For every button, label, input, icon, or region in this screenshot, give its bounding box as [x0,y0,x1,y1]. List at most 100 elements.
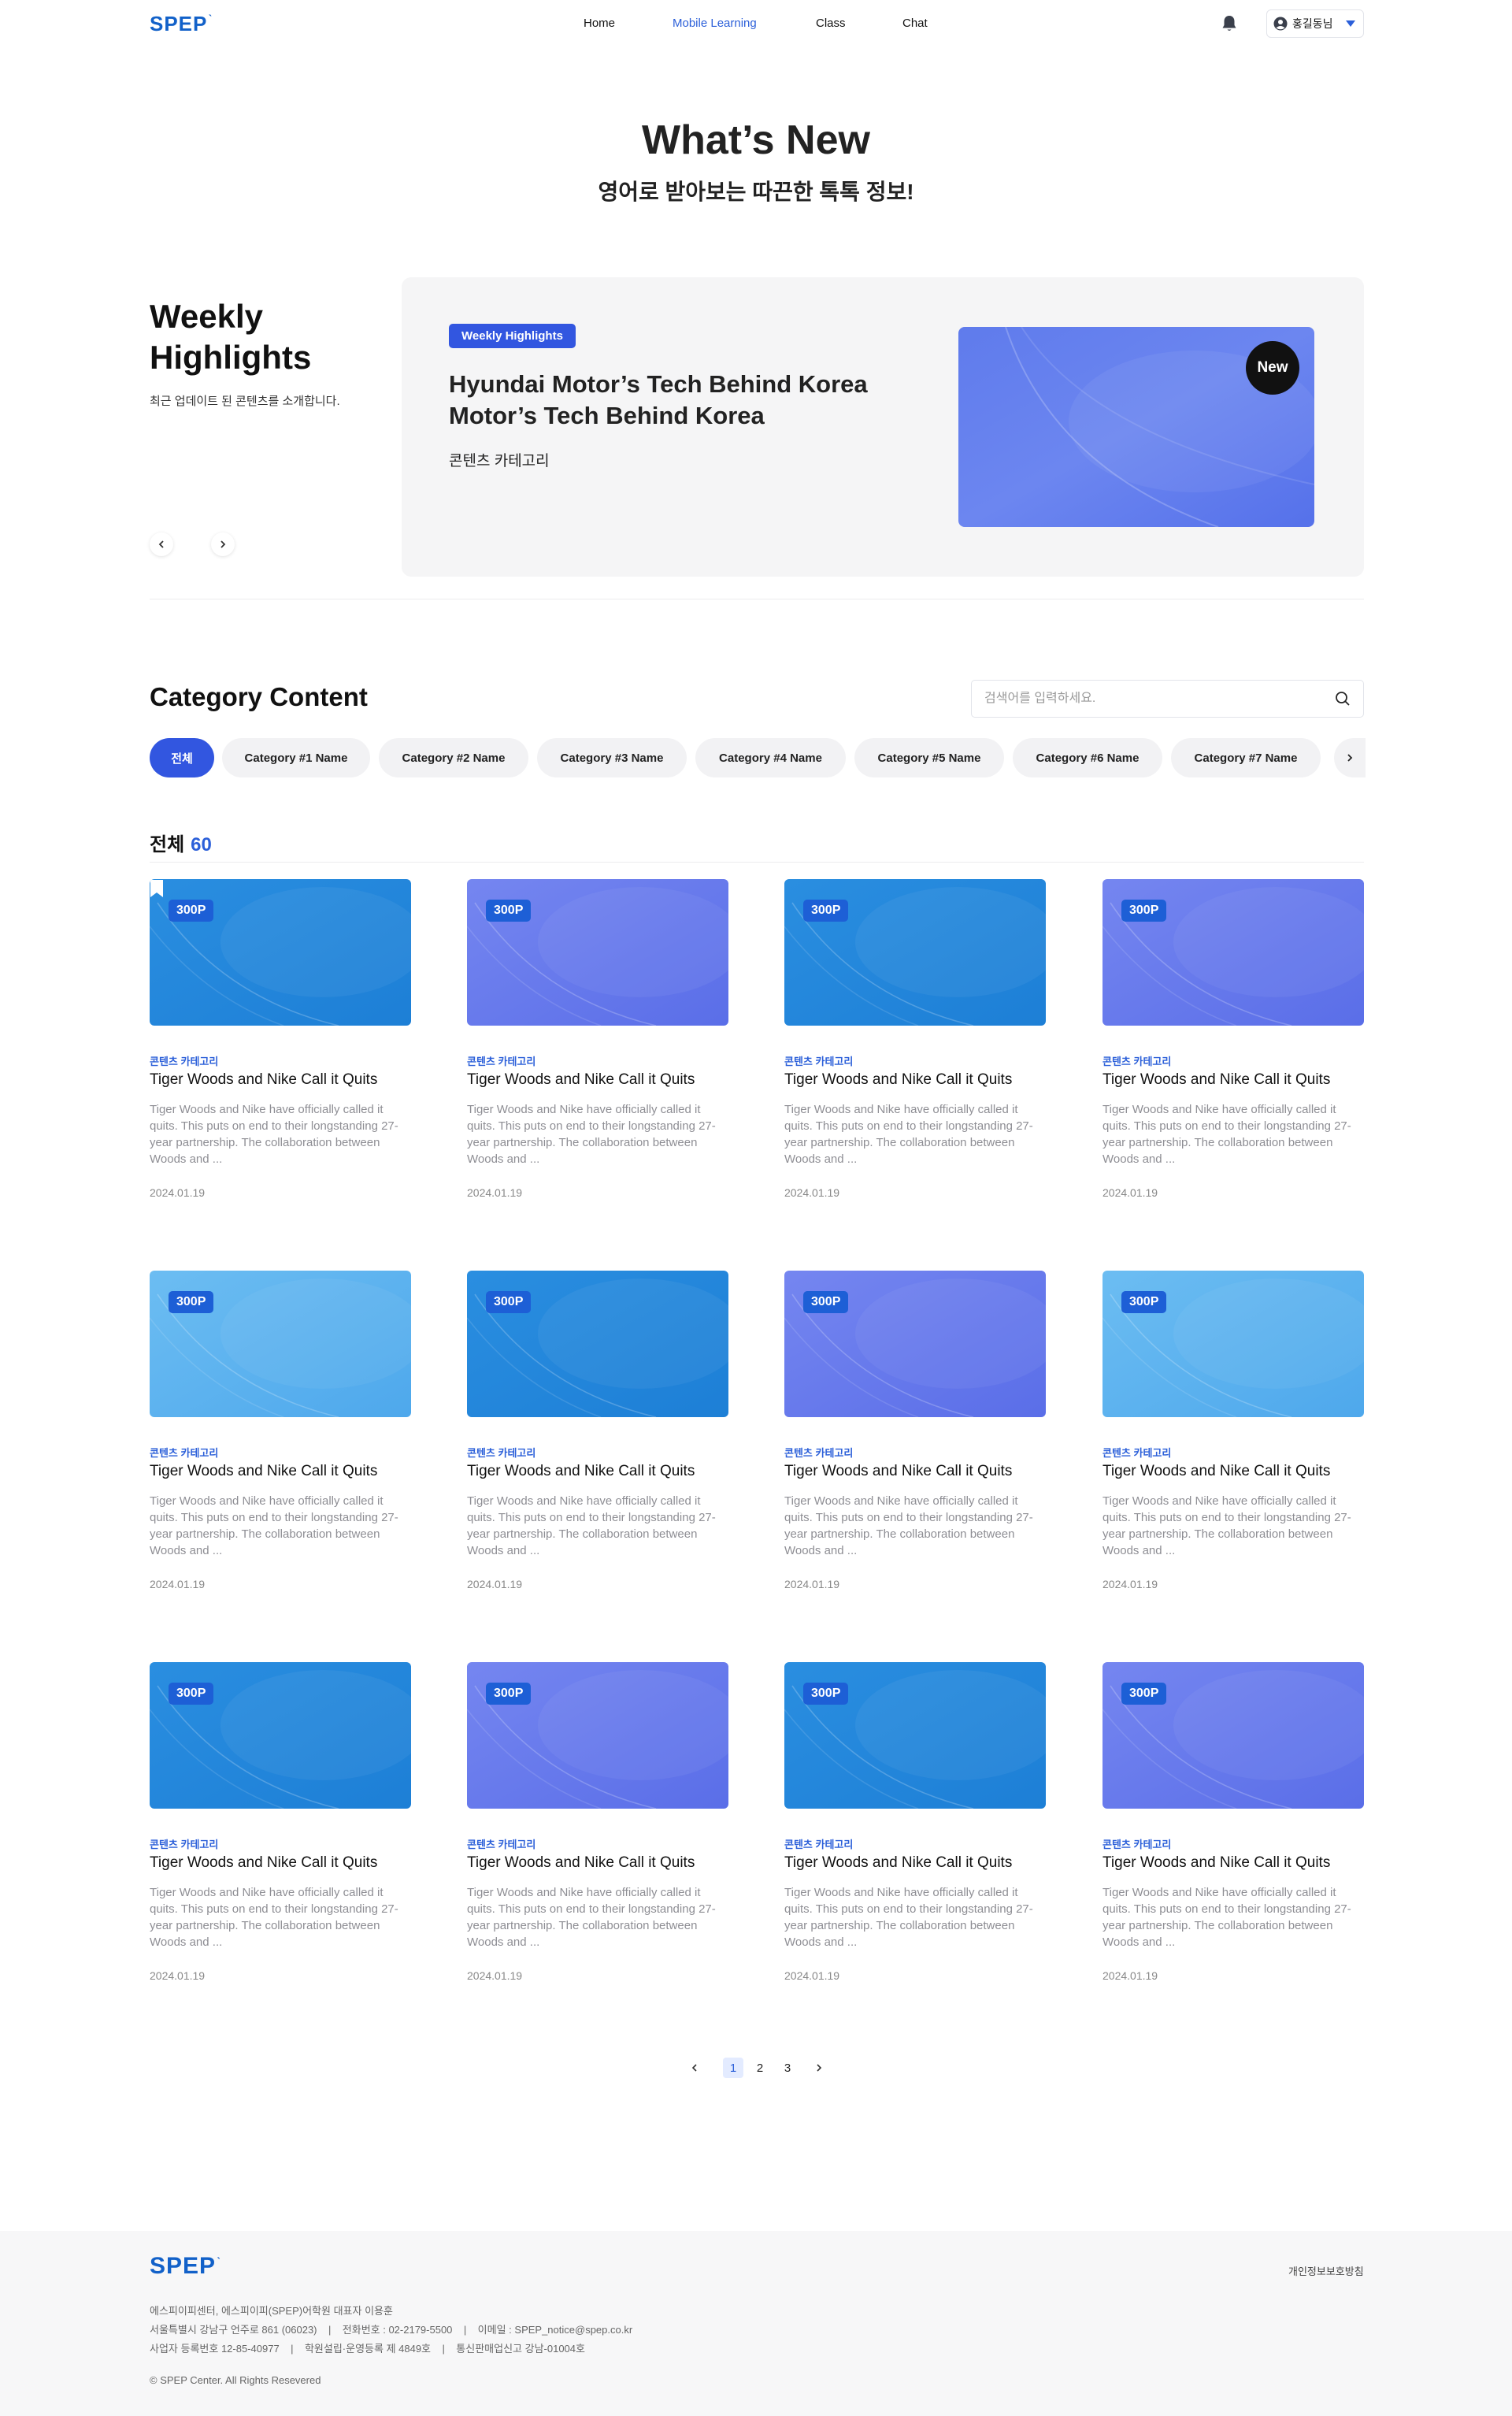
points-badge: 300P [486,900,532,922]
content-card[interactable]: 300P 콘텐츠 카테고리 Tiger Woods and Nike Call it… [467,879,728,1199]
chevron-right-icon [220,540,226,548]
card-title[interactable]: Tiger Woods and Nike Call it Quits [784,1854,1012,1872]
content-card[interactable]: 300P 콘텐츠 카테고리 Tiger Woods and Nike Call it… [1102,879,1364,1199]
page-next-button[interactable] [813,2058,825,2078]
card-thumbnail[interactable]: 300P [150,879,411,1026]
category-chip-1[interactable]: Category #1 Name [222,738,370,777]
footer-logo[interactable]: SPEPˋ [150,2253,221,2280]
card-date: 2024.01.19 [784,1186,840,1199]
spep-logo[interactable]: SPEPˋ [150,12,213,36]
card-thumbnail[interactable]: 300P [784,1271,1046,1417]
category-chip-3[interactable]: Category #3 Name [537,738,687,777]
content-card[interactable]: 300P 콘텐츠 카테고리 Tiger Woods and Nike Call it… [150,1271,411,1590]
chips-scroll-right-button[interactable] [1334,738,1366,777]
weekly-description: 최근 업데이트 된 콘텐츠를 소개합니다. [150,395,340,408]
points-badge: 300P [486,1683,532,1705]
card-title[interactable]: Tiger Woods and Nike Call it Quits [1102,1463,1330,1480]
card-thumbnail[interactable]: 300P [784,1662,1046,1809]
page-prev-button[interactable] [688,2058,701,2078]
card-date: 2024.01.19 [1102,1578,1158,1590]
user-menu-button[interactable]: 홍길동님 [1266,9,1364,38]
search-icon[interactable] [1335,691,1351,707]
card-thumbnail[interactable]: 300P [1102,1271,1364,1417]
card-title[interactable]: Tiger Woods and Nike Call it Quits [150,1463,377,1480]
page-3[interactable]: 3 [780,2058,795,2078]
points-badge: 300P [486,1291,532,1313]
card-description: Tiger Woods and Nike have officially cal… [1102,1103,1351,1166]
nav-class[interactable]: Class [816,17,846,30]
card-thumbnail[interactable]: 300P [1102,879,1364,1026]
nav-mobile-learning[interactable]: Mobile Learning [673,17,757,30]
content-card[interactable]: 300P 콘텐츠 카테고리 Tiger Woods and Nike Call it… [467,1662,728,1982]
card-title[interactable]: Tiger Woods and Nike Call it Quits [150,1854,377,1872]
card-description: Tiger Woods and Nike have officially cal… [150,1886,398,1949]
privacy-policy-link[interactable]: 개인정보보호방침 [1288,2263,1364,2278]
category-chip-6[interactable]: Category #6 Name [1013,738,1162,777]
bookmark-icon[interactable] [150,879,164,898]
card-title[interactable]: Tiger Woods and Nike Call it Quits [467,1071,695,1089]
hero-title: What’s New [642,117,870,163]
card-thumbnail[interactable]: 300P [784,879,1046,1026]
card-thumbnail[interactable]: 300P [467,879,728,1026]
content-card[interactable]: 300P 콘텐츠 카테고리 Tiger Woods and Nike Call it… [150,879,411,1199]
card-date: 2024.01.19 [467,1578,523,1590]
content-card[interactable]: 300P 콘텐츠 카테고리 Tiger Woods and Nike Call it… [784,1271,1046,1590]
category-chip-4[interactable]: Category #4 Name [695,738,846,777]
card-category: 콘텐츠 카테고리 [1102,1056,1172,1067]
points-badge: 300P [803,900,849,922]
content-card[interactable]: 300P 콘텐츠 카테고리 Tiger Woods and Nike Call it… [784,879,1046,1199]
card-category: 콘텐츠 카테고리 [467,1447,536,1459]
card-title[interactable]: Tiger Woods and Nike Call it Quits [784,1463,1012,1480]
card-date: 2024.01.19 [467,1969,523,1982]
content-card[interactable]: 300P 콘텐츠 카테고리 Tiger Woods and Nike Call it… [467,1271,728,1590]
card-title[interactable]: Tiger Woods and Nike Call it Quits [1102,1854,1330,1872]
card-date: 2024.01.19 [784,1578,840,1590]
search-input[interactable] [984,692,1335,706]
card-description: Tiger Woods and Nike have officially cal… [150,1494,398,1557]
content-card[interactable]: 300P 콘텐츠 카테고리 Tiger Woods and Nike Call it… [784,1662,1046,1982]
points-badge: 300P [169,1683,214,1705]
new-badge: New [1246,341,1299,395]
card-title[interactable]: Tiger Woods and Nike Call it Quits [150,1071,377,1089]
card-category: 콘텐츠 카테고리 [150,1056,219,1067]
points-badge: 300P [803,1291,849,1313]
card-date: 2024.01.19 [150,1186,206,1199]
weekly-prev-button[interactable] [150,533,173,556]
nav-chat[interactable]: Chat [902,17,928,30]
card-date: 2024.01.19 [784,1969,840,1982]
category-chip-all[interactable]: 전체 [150,738,214,777]
top-header: SPEPˋ Home Mobile Learning Class Chat 홍길… [0,0,1512,49]
category-chip-7[interactable]: Category #7 Name [1171,738,1321,777]
card-date: 2024.01.19 [150,1578,206,1590]
weekly-headline[interactable]: Hyundai Motor’s Tech Behind Korea Motor’… [449,369,890,432]
page-2[interactable]: 2 [752,2058,768,2078]
card-thumbnail[interactable]: 300P [150,1271,411,1417]
card-date: 2024.01.19 [467,1186,523,1199]
category-content-title: Category Content [150,682,368,711]
content-card[interactable]: 300P 콘텐츠 카테고리 Tiger Woods and Nike Call it… [150,1662,411,1982]
nav-home[interactable]: Home [584,17,615,30]
weekly-category: 콘텐츠 카테고리 [449,453,550,469]
weekly-next-button[interactable] [211,533,235,556]
card-thumbnail[interactable]: 300P [150,1662,411,1809]
card-thumbnail[interactable]: 300P [1102,1662,1364,1809]
points-badge: 300P [1121,1291,1167,1313]
points-badge: 300P [1121,1683,1167,1705]
user-icon [1273,17,1288,31]
card-thumbnail[interactable]: 300P [467,1662,728,1809]
content-card[interactable]: 300P 콘텐츠 카테고리 Tiger Woods and Nike Call it… [1102,1271,1364,1590]
category-chip-5[interactable]: Category #5 Name [854,738,1004,777]
list-divider [150,862,1364,863]
card-thumbnail[interactable]: 300P [467,1271,728,1417]
chevron-right-icon [1347,754,1353,762]
caret-down-icon [1345,20,1355,27]
card-title[interactable]: Tiger Woods and Nike Call it Quits [467,1463,695,1480]
card-title[interactable]: Tiger Woods and Nike Call it Quits [1102,1071,1330,1089]
bell-icon[interactable] [1221,14,1238,33]
content-card[interactable]: 300P 콘텐츠 카테고리 Tiger Woods and Nike Call it… [1102,1662,1364,1982]
page-1[interactable]: 1 [723,2058,743,2078]
card-title[interactable]: Tiger Woods and Nike Call it Quits [467,1854,695,1872]
weekly-title: Weekly Highlights [150,298,312,376]
category-chip-2[interactable]: Category #2 Name [379,738,528,777]
card-title[interactable]: Tiger Woods and Nike Call it Quits [784,1071,1012,1089]
